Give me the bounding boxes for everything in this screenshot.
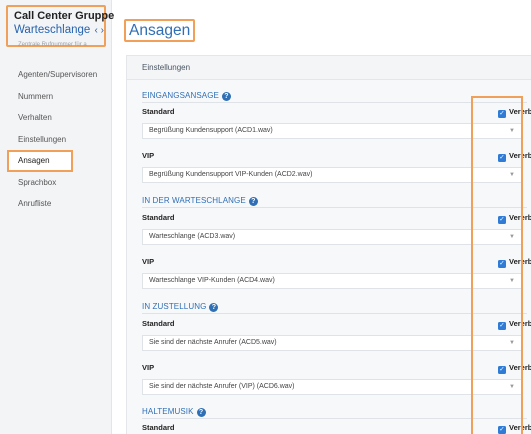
- select-value: Warteschlange VIP-Kunden (ACD4.wav): [149, 277, 275, 284]
- row-label: VIP: [142, 151, 155, 160]
- announcement-select[interactable]: Warteschlange (ACD3.wav) ▼: [142, 229, 522, 245]
- queue-name[interactable]: Warteschlange ‹ ›: [14, 23, 104, 38]
- section-title-zustellung: IN ZUSTELLUNG?: [142, 302, 219, 312]
- announcement-select[interactable]: Sie sind der nächste Anrufer (ACD5.wav) ▼: [142, 335, 522, 351]
- main-content: Ansagen Einstellungen EINGANGSANSAGE? St…: [112, 0, 531, 434]
- row-label: VIP: [142, 363, 155, 372]
- announcement-select[interactable]: Sie sind der nächste Anrufer (VIP) (ACD6…: [142, 379, 522, 395]
- sidebar-item-einstellungen[interactable]: Einstellungen: [0, 129, 112, 151]
- section-title-text: IN DER WARTESCHLANGE: [142, 196, 246, 205]
- section-title-warteschlange: IN DER WARTESCHLANGE?: [142, 196, 258, 206]
- group-title: Call Center Gruppe: [14, 10, 115, 22]
- section-title-text: IN ZUSTELLUNG: [142, 302, 207, 311]
- announcement-select[interactable]: Warteschlange VIP-Kunden (ACD4.wav) ▼: [142, 273, 522, 289]
- sidebar-hint: Zentrale Rufnummer für a: [18, 42, 87, 48]
- divider: [142, 418, 527, 419]
- sidebar-item-verhalten[interactable]: Verhalten: [0, 107, 112, 129]
- row-label: Standard: [142, 107, 175, 116]
- row-label: Standard: [142, 423, 175, 432]
- divider: [142, 207, 527, 208]
- question-circle-icon[interactable]: ?: [209, 303, 219, 312]
- question-circle-icon[interactable]: ?: [221, 92, 231, 101]
- divider: [142, 313, 527, 314]
- sidebar-nav: Agenten/Supervisoren Nummern Verhalten E…: [0, 64, 112, 215]
- sidebar-item-agenten[interactable]: Agenten/Supervisoren: [0, 64, 112, 86]
- sidebar-item-ansagen[interactable]: Ansagen: [7, 150, 73, 172]
- sidebar: Call Center Gruppe Warteschlange ‹ › Zen…: [0, 0, 115, 434]
- question-circle-icon[interactable]: ?: [248, 197, 258, 206]
- prev-next-arrows-icon[interactable]: ‹ ›: [94, 25, 103, 36]
- queue-name-label[interactable]: Warteschlange: [14, 24, 90, 36]
- page-title: Ansagen: [124, 19, 196, 42]
- section-title-eingangsansage: EINGANGSANSAGE?: [142, 91, 231, 101]
- select-value: Warteschlange (ACD3.wav): [149, 233, 236, 240]
- row-label: Standard: [142, 319, 175, 328]
- sidebar-header: Call Center Gruppe Warteschlange ‹ ›: [6, 5, 115, 47]
- section-title-text: HALTEMUSIK: [142, 407, 194, 416]
- announcement-select[interactable]: Begrüßung Kundensupport (ACD1.wav) ▼: [142, 123, 522, 139]
- select-value: Begrüßung Kundensupport (ACD1.wav): [149, 127, 273, 134]
- section-title-haltemusik: HALTEMUSIK?: [142, 407, 206, 417]
- select-value: Begrüßung Kundensupport VIP-Kunden (ACD2…: [149, 171, 313, 178]
- inherit-column-highlight: [471, 96, 523, 434]
- divider: [142, 102, 527, 103]
- row-label: Standard: [142, 213, 175, 222]
- sidebar-item-sprachbox[interactable]: Sprachbox: [0, 172, 112, 194]
- section-title-text: EINGANGSANSAGE: [142, 91, 219, 100]
- select-value: Sie sind der nächste Anrufer (VIP) (ACD6…: [149, 383, 295, 390]
- sidebar-item-nummern[interactable]: Nummern: [0, 86, 112, 108]
- question-circle-icon[interactable]: ?: [196, 408, 206, 417]
- row-label: VIP: [142, 257, 155, 266]
- announcement-select[interactable]: Begrüßung Kundensupport VIP-Kunden (ACD2…: [142, 167, 522, 183]
- select-value: Sie sind der nächste Anrufer (ACD5.wav): [149, 339, 277, 346]
- sidebar-item-anrufliste[interactable]: Anrufliste: [0, 193, 112, 215]
- panel-title: Einstellungen: [127, 56, 531, 80]
